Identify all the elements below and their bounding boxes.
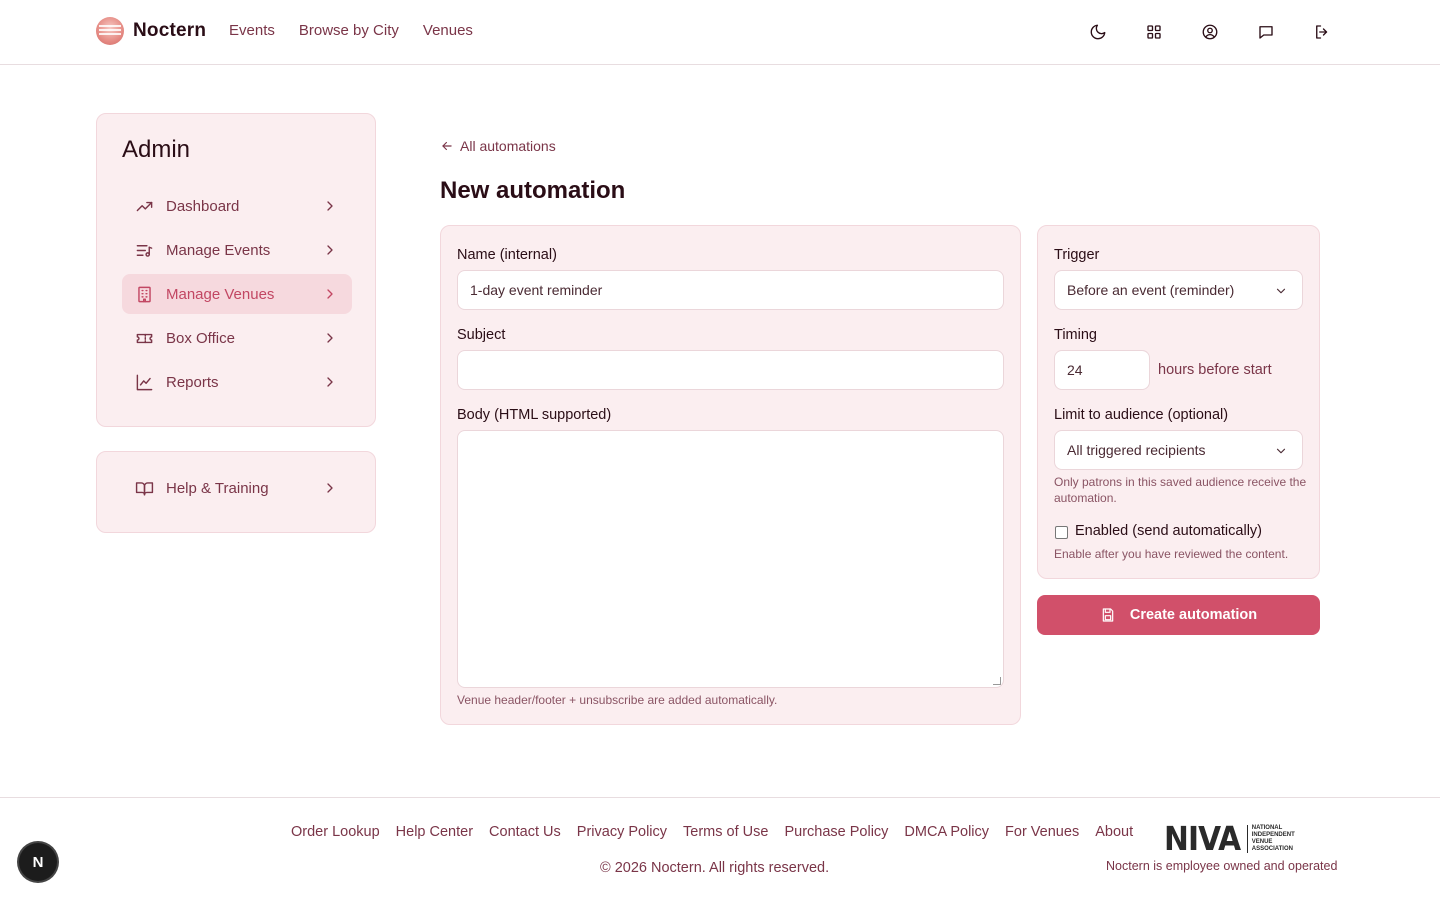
sidebar-item-reports[interactable]: Reports: [122, 362, 352, 402]
sidebar-item-label: Reports: [166, 373, 219, 391]
chevron-right-icon: [322, 286, 338, 302]
footer-link-order-lookup[interactable]: Order Lookup: [291, 824, 380, 840]
timing-hours-input[interactable]: 24: [1054, 350, 1150, 390]
sidebar-item-label: Box Office: [166, 329, 235, 347]
footer-link-help-center[interactable]: Help Center: [396, 824, 473, 840]
body-hint: Venue header/footer + unsubscribe are ad…: [457, 693, 778, 707]
sidebar-item-manage-events[interactable]: Manage Events: [122, 230, 352, 270]
footer-link-terms-of-use[interactable]: Terms of Use: [683, 824, 768, 840]
niva-logo[interactable]: NIVA NATIONAL INDEPENDENT VENUE ASSOCIAT…: [1164, 819, 1295, 858]
grid-icon[interactable]: [1142, 20, 1166, 44]
trigger-label: Trigger: [1054, 247, 1100, 263]
enabled-checkbox[interactable]: [1055, 526, 1068, 539]
footer-link-dmca-policy[interactable]: DMCA Policy: [904, 824, 989, 840]
audience-label: Limit to audience (optional): [1054, 407, 1229, 423]
header-actions: [1086, 20, 1334, 44]
sidebar-item-label: Help & Training: [166, 479, 269, 497]
list-music-icon: [134, 240, 154, 260]
back-to-automations-link[interactable]: All automations: [440, 138, 556, 154]
copyright-text: © 2026 Noctern. All rights reserved.: [600, 860, 830, 876]
footer-link-purchase-policy[interactable]: Purchase Policy: [784, 824, 888, 840]
top-header: Noctern Events Browse by City Venues: [0, 0, 1440, 65]
footer-links: Order Lookup Help Center Contact Us Priv…: [291, 824, 1133, 840]
sidebar-item-label: Dashboard: [166, 197, 240, 215]
save-icon: [1102, 608, 1114, 622]
sidebar-item-box-office[interactable]: Box Office: [122, 318, 352, 358]
footer-link-privacy-policy[interactable]: Privacy Policy: [577, 824, 667, 840]
timing-label: Timing: [1054, 327, 1097, 343]
chevron-down-icon: [1274, 444, 1288, 458]
niva-logo-text: NIVA: [1164, 819, 1241, 858]
message-icon[interactable]: [1254, 20, 1278, 44]
name-input[interactable]: 1-day event reminder: [457, 270, 1004, 310]
chevron-right-icon: [322, 330, 338, 346]
create-button-label: Create automation: [1129, 607, 1258, 623]
logout-icon[interactable]: [1310, 20, 1334, 44]
brand-logo[interactable]: Noctern: [96, 17, 206, 45]
brand-name: Noctern: [133, 20, 207, 41]
arrow-left-icon: [442, 141, 452, 151]
footer-link-for-venues[interactable]: For Venues: [1005, 824, 1079, 840]
footer-link-contact-us[interactable]: Contact Us: [489, 824, 561, 840]
body-label: Body (HTML supported): [457, 407, 612, 423]
n-badge-button[interactable]: N: [19, 843, 57, 881]
body-textarea[interactable]: [457, 430, 1004, 688]
niva-logo-subtext: NATIONAL INDEPENDENT VENUE ASSOCIATION: [1246, 825, 1295, 853]
chevron-right-icon: [322, 480, 338, 496]
trigger-select[interactable]: Before an event (reminder): [1054, 270, 1303, 310]
audience-hint: Only patrons in this saved audience rece…: [1054, 475, 1307, 505]
enabled-label[interactable]: Enabled (send automatically): [1075, 523, 1262, 539]
sidebar-item-label: Manage Venues: [166, 285, 275, 303]
sidebar-item-manage-venues[interactable]: Manage Venues: [122, 274, 352, 314]
moon-icon[interactable]: [1086, 20, 1110, 44]
user-circle-icon[interactable]: [1198, 20, 1222, 44]
line-chart-icon: [134, 372, 154, 392]
ticket-icon: [134, 328, 154, 348]
sidebar-item-label: Manage Events: [166, 241, 271, 259]
main-nav: Events Browse by City Venues: [229, 22, 473, 39]
chevron-right-icon: [322, 198, 338, 214]
logo-mark-icon: [96, 17, 124, 45]
building-icon: [134, 284, 154, 304]
resize-handle-icon[interactable]: [993, 677, 1001, 685]
sidebar-title: Admin: [122, 136, 191, 163]
automation-content-card: Name (internal) 1-day event reminder Sub…: [440, 225, 1021, 725]
chevron-right-icon: [322, 242, 338, 258]
audience-select-value: All triggered recipients: [1067, 442, 1206, 458]
footer-link-about[interactable]: About: [1095, 824, 1133, 840]
nav-browse-by-city[interactable]: Browse by City: [299, 22, 399, 39]
automation-settings-card: Trigger Before an event (reminder) Timin…: [1037, 225, 1320, 579]
sidebar-item-dashboard[interactable]: Dashboard: [122, 186, 352, 226]
enabled-hint: Enable after you have reviewed the conte…: [1054, 547, 1289, 561]
chevron-right-icon: [322, 374, 338, 390]
footer-tagline: Noctern is employee owned and operated: [1106, 859, 1338, 873]
subject-input[interactable]: [457, 350, 1004, 390]
site-footer: Order Lookup Help Center Contact Us Priv…: [0, 797, 1440, 900]
trigger-select-value: Before an event (reminder): [1067, 282, 1235, 298]
back-link-label: All automations: [460, 138, 556, 154]
nav-events[interactable]: Events: [229, 22, 275, 39]
nav-venues[interactable]: Venues: [423, 22, 473, 39]
help-panel: Help & Training: [96, 451, 376, 533]
audience-select[interactable]: All triggered recipients: [1054, 430, 1303, 470]
create-automation-button[interactable]: Create automation: [1037, 595, 1320, 635]
page-title: New automation: [440, 177, 626, 204]
sidebar-item-help-training[interactable]: Help & Training: [122, 468, 352, 508]
name-label: Name (internal): [457, 247, 557, 263]
trending-up-icon: [134, 196, 154, 216]
book-icon: [134, 478, 154, 498]
subject-label: Subject: [457, 327, 506, 343]
chevron-down-icon: [1274, 284, 1288, 298]
admin-sidebar: Admin Dashboard Manage Events Manage Ven…: [96, 113, 376, 427]
timing-suffix: hours before start: [1158, 362, 1272, 378]
